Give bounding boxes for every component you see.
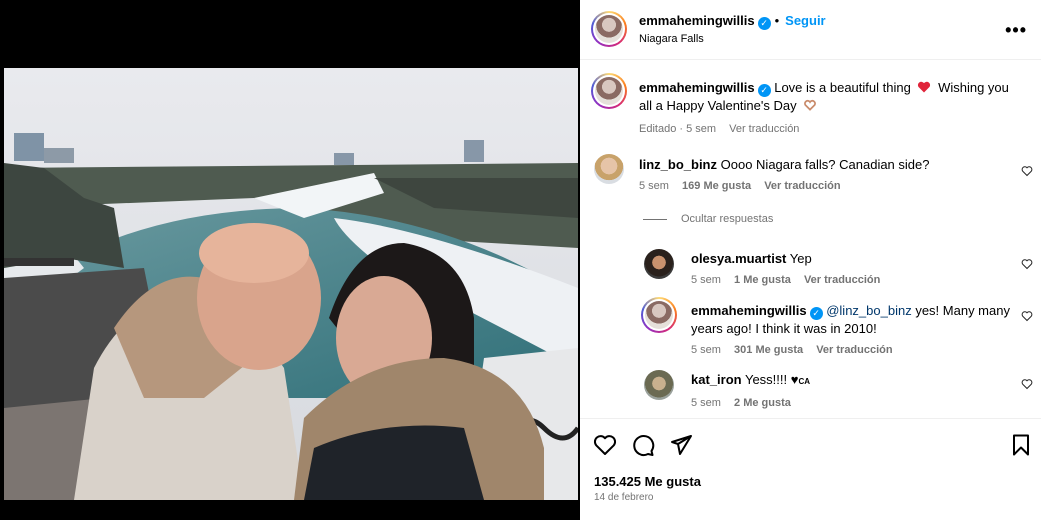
reply-avatar[interactable]	[644, 249, 674, 279]
reply-likes[interactable]: 2 Me gusta	[734, 397, 791, 409]
comment-translate[interactable]: Ver traducción	[764, 180, 840, 192]
reply-translate[interactable]: Ver traducción	[816, 344, 892, 356]
hide-replies-label: Ocultar respuestas	[681, 213, 774, 225]
more-icon[interactable]: •••	[1005, 20, 1027, 41]
comment-username[interactable]: linz_bo_binz	[639, 157, 717, 172]
comment-meta: 5 sem 169 Me gusta Ver traducción	[639, 180, 989, 192]
caption-meta: Editado · 5 sem Ver traducción	[639, 123, 1014, 135]
post-location[interactable]: Niagara Falls	[639, 33, 704, 45]
caption-translate[interactable]: Ver traducción	[729, 123, 799, 135]
header-line: emmahemingwillis ✓ • Seguir	[639, 13, 826, 30]
reply-avatar[interactable]	[644, 370, 674, 400]
reply-avatar[interactable]	[641, 297, 677, 333]
reply-like-heart-icon[interactable]	[1021, 310, 1033, 322]
reply-username[interactable]: kat_iron	[691, 372, 742, 387]
verified-icon: ✓	[809, 307, 823, 320]
post-actions: 135.425 Me gusta 14 de febrero	[580, 418, 1041, 520]
comment-icon[interactable]	[631, 433, 655, 457]
reply-like-heart-icon[interactable]	[1021, 258, 1033, 270]
comment-text: Oooo Niagara falls? Canadian side?	[720, 157, 930, 172]
photo-illustration	[4, 68, 578, 500]
caption-avatar[interactable]	[591, 73, 627, 109]
author-avatar[interactable]	[591, 11, 627, 47]
heart-hands-emoji	[804, 99, 817, 111]
verified-icon: ✓	[757, 17, 771, 30]
separator: •	[774, 13, 780, 28]
hide-replies-toggle[interactable]: Ocultar respuestas	[643, 213, 773, 225]
reply: emmahemingwillis ✓ @linz_bo_binz yes! Man…	[691, 302, 1011, 356]
caption-edited: Editado · 5 sem	[639, 123, 717, 135]
reply-mention[interactable]: @linz_bo_binz	[826, 303, 911, 318]
caption-text: emmahemingwillis ✓ Love is a beautiful th…	[639, 79, 1014, 115]
reply: kat_iron Yess!!!! ♥CA 5 sem 2 Me gusta	[691, 371, 991, 409]
comment-time: 5 sem	[639, 180, 669, 192]
reply-username[interactable]: olesya.muartist	[691, 251, 786, 266]
comment-like-heart-icon[interactable]	[1021, 165, 1033, 177]
reply-time: 5 sem	[691, 344, 721, 356]
post-date: 14 de febrero	[594, 492, 654, 503]
reply: olesya.muartist Yep 5 sem 1 Me gusta Ver…	[691, 250, 991, 286]
reply-translate[interactable]: Ver traducción	[804, 274, 880, 286]
author-username[interactable]: emmahemingwillis	[639, 13, 755, 28]
reply-flag: CA	[798, 377, 811, 386]
reply-like-heart-icon[interactable]	[1021, 378, 1033, 390]
reply-meta: 5 sem 2 Me gusta	[691, 397, 991, 409]
post-header: emmahemingwillis ✓ • Seguir Niagara Falls •…	[580, 0, 1041, 60]
comment: linz_bo_binz Oooo Niagara falls? Canadia…	[639, 156, 989, 192]
caption: emmahemingwillis ✓ Love is a beautiful th…	[639, 79, 1014, 135]
post-photo[interactable]	[4, 68, 578, 500]
follow-button[interactable]: Seguir	[785, 13, 825, 28]
reply-time: 5 sem	[691, 274, 721, 286]
reply-text: Yep	[789, 251, 812, 266]
comment-avatar[interactable]	[594, 154, 624, 184]
red-heart-emoji	[918, 81, 931, 93]
reply-text: Yess!!!! ♥	[744, 372, 799, 387]
reply-username[interactable]: emmahemingwillis	[691, 303, 807, 318]
verified-icon: ✓	[757, 84, 771, 97]
caption-body-a: Love is a beautiful thing	[774, 80, 911, 95]
reply-likes[interactable]: 301 Me gusta	[734, 344, 803, 356]
likes-count[interactable]: 135.425 Me gusta	[594, 474, 701, 489]
post-media	[0, 0, 580, 520]
comment-likes[interactable]: 169 Me gusta	[682, 180, 751, 192]
reply-likes[interactable]: 1 Me gusta	[734, 274, 791, 286]
reply-meta: 5 sem 1 Me gusta Ver traducción	[691, 274, 991, 286]
comments-list[interactable]: emmahemingwillis ✓ Love is a beautiful th…	[580, 61, 1041, 418]
share-icon[interactable]	[669, 433, 693, 457]
heart-icon[interactable]	[593, 433, 617, 457]
caption-username[interactable]: emmahemingwillis	[639, 80, 755, 95]
reply-meta: 5 sem 301 Me gusta Ver traducción	[691, 344, 1011, 356]
post-panel: emmahemingwillis ✓ • Seguir Niagara Falls •…	[580, 0, 1041, 520]
bookmark-icon[interactable]	[1009, 433, 1033, 457]
reply-time: 5 sem	[691, 397, 721, 409]
